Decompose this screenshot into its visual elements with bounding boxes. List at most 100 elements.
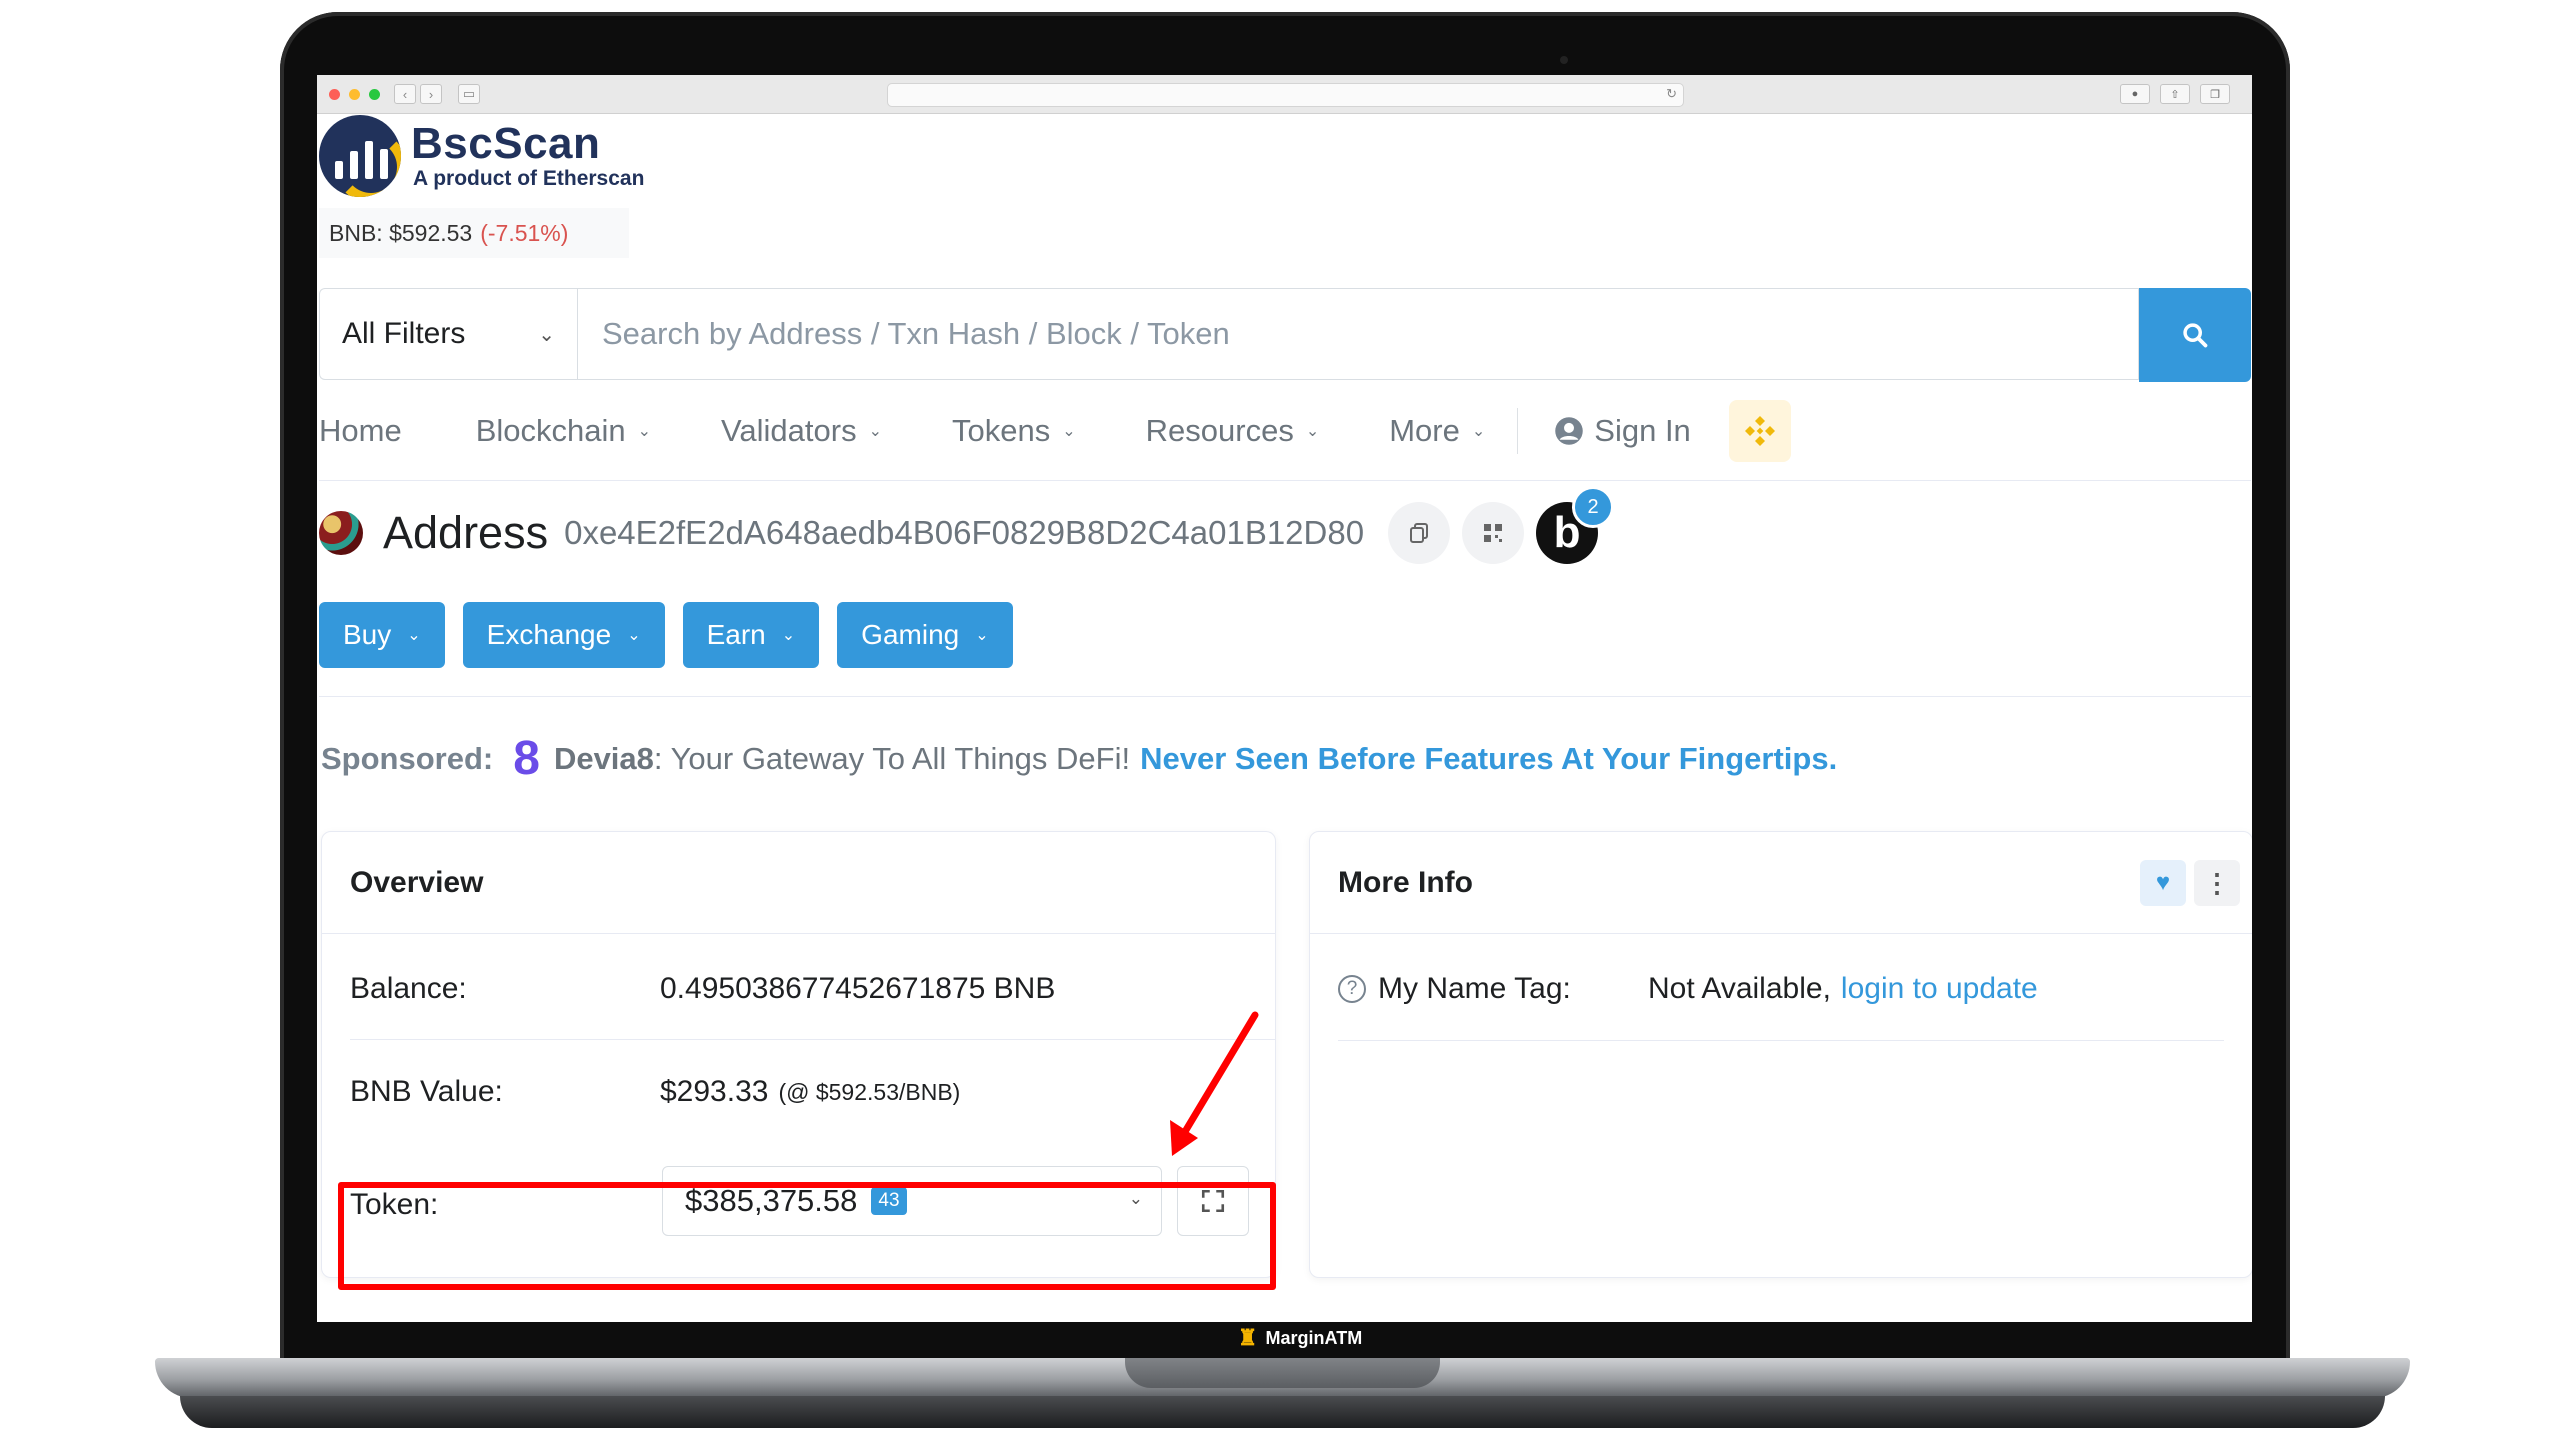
- watermark-label: MarginATM: [1265, 1327, 1363, 1348]
- bnb-price-change: (-7.51%): [480, 219, 569, 246]
- favorite-button[interactable]: ♥: [2140, 860, 2186, 906]
- nav-blockchain[interactable]: Blockchain ⌄: [476, 413, 651, 449]
- forward-icon[interactable]: ›: [420, 84, 442, 104]
- notification-count: 2: [1572, 486, 1615, 528]
- search-input[interactable]: [577, 288, 2139, 380]
- page-title: Address: [383, 507, 549, 558]
- nav-blockchain-label: Blockchain: [475, 413, 626, 448]
- nav-more-label: More: [1389, 413, 1460, 448]
- url-bar[interactable]: ↻: [887, 83, 1684, 107]
- sponsored-label: Sponsored:: [321, 740, 494, 776]
- browser-toolbar: ‹ › ▭ ↻ ● ⇧ ❐: [317, 75, 2252, 114]
- bscscan-logo-icon: [319, 115, 401, 197]
- divider: [1338, 1040, 2224, 1041]
- sign-in-label: Sign In: [1594, 413, 1691, 448]
- action-buttons: Buy ⌄ Exchange ⌄ Earn ⌄ Gaming ⌄: [319, 602, 1013, 668]
- bnb-value-amount: $293.33: [660, 1075, 769, 1108]
- divider: [319, 480, 2251, 481]
- bnb-value-rate: (@ $592.53/BNB): [778, 1078, 961, 1105]
- close-window-icon[interactable]: [329, 88, 340, 100]
- nav-tokens[interactable]: Tokens ⌄: [952, 413, 1076, 449]
- laptop-notch: [1125, 1358, 1440, 1388]
- help-icon[interactable]: ?: [1338, 975, 1366, 1003]
- buy-label: Buy: [343, 619, 392, 650]
- chevron-down-icon: ⌄: [1305, 423, 1320, 440]
- camera-icon: [1560, 56, 1568, 64]
- balance-row: Balance: 0.495038677452671875 BNB: [350, 972, 1247, 1006]
- buy-button[interactable]: Buy ⌄: [319, 602, 445, 668]
- chevron-down-icon: ⌄: [1471, 423, 1486, 440]
- page: BscScan A product of Etherscan BNB: $592…: [319, 113, 2252, 1322]
- reload-icon[interactable]: ↻: [1666, 86, 1677, 102]
- earn-button[interactable]: Earn ⌄: [682, 602, 820, 668]
- login-to-update-link[interactable]: login to update: [1841, 972, 2038, 1006]
- nav-validators[interactable]: Validators ⌄: [721, 413, 882, 449]
- annotation-arrow-icon: [1170, 1011, 1259, 1156]
- bnb-icon: [1744, 416, 1775, 446]
- header: BscScan A product of Etherscan: [319, 113, 2252, 208]
- bnb-value-row: BNB Value: $293.33 (@ $592.53/BNB): [350, 1075, 1247, 1109]
- chevron-down-icon: ⌄: [538, 323, 555, 346]
- name-tag-label: My Name Tag:: [1378, 972, 1571, 1005]
- more-options-button[interactable]: ⋮: [2194, 860, 2240, 906]
- search-button[interactable]: [2139, 288, 2251, 382]
- divider: [350, 1039, 1275, 1040]
- sponsor-name[interactable]: Devia8: [554, 741, 654, 777]
- chevron-down-icon: ⌄: [637, 423, 652, 440]
- minimize-window-icon[interactable]: [349, 88, 360, 100]
- sponsored-banner: Sponsored: 8 Devia8 : Your Gateway To Al…: [321, 731, 1837, 786]
- bnb-network-button[interactable]: [1728, 400, 1791, 462]
- gaming-label: Gaming: [861, 619, 960, 650]
- exchange-button[interactable]: Exchange ⌄: [462, 602, 665, 668]
- address-hash: 0xe4E2fE2dA648aedb4B06F0829B8D2C4a01B12D…: [564, 514, 1365, 551]
- more-info-header: More Info ♥ ⋮: [1310, 832, 2252, 934]
- heart-icon: ♥: [2155, 869, 2171, 896]
- bnb-price: BNB: $592.53 (-7.51%): [319, 208, 629, 258]
- nav-more[interactable]: More ⌄: [1389, 413, 1485, 449]
- address-header: Address 0xe4E2fE2dA648aedb4B06F0829B8D2C…: [319, 486, 2251, 573]
- chevron-down-icon: ⌄: [627, 627, 641, 644]
- site-name: BscScan: [411, 119, 601, 168]
- vertical-dots-icon: ⋮: [2204, 867, 2230, 898]
- filter-dropdown[interactable]: All Filters ⌄: [319, 288, 577, 380]
- chevron-down-icon: ⌄: [868, 423, 882, 440]
- qr-code-button[interactable]: [1462, 502, 1525, 564]
- sign-in-link[interactable]: Sign In: [1554, 413, 1691, 449]
- nav-home[interactable]: Home: [319, 413, 402, 449]
- address-avatar: [319, 511, 363, 555]
- exchange-label: Exchange: [486, 619, 612, 650]
- nav-tokens-label: Tokens: [952, 413, 1051, 448]
- main-nav: Home Blockchain ⌄ Validators ⌄ Tokens ⌄ Res…: [319, 391, 2251, 471]
- back-icon[interactable]: ‹: [394, 84, 416, 104]
- devia8-logo-icon: 8: [513, 732, 540, 785]
- bscscan-logo[interactable]: BscScan A product of Etherscan: [319, 115, 644, 197]
- sponsor-link[interactable]: Never Seen Before Features At Your Finge…: [1140, 741, 1837, 777]
- tabs-icon[interactable]: ❐: [2200, 84, 2230, 104]
- blockscan-chat-button[interactable]: b 2: [1536, 486, 1615, 564]
- name-tag-value: Not Available,: [1648, 972, 1831, 1005]
- share-icon[interactable]: ⇧: [2160, 84, 2190, 104]
- divider: [319, 696, 2251, 697]
- maximize-window-icon[interactable]: [369, 88, 380, 100]
- screen: ‹ › ▭ ↻ ● ⇧ ❐ BscScan A product of Ether…: [317, 75, 2252, 1322]
- laptop-foot: [180, 1396, 2385, 1428]
- balance-label: Balance:: [350, 972, 467, 1005]
- user-icon: [1555, 417, 1584, 445]
- search-bar: All Filters ⌄: [319, 288, 2251, 382]
- nav-resources-label: Resources: [1145, 413, 1294, 448]
- download-icon[interactable]: ●: [2120, 84, 2150, 104]
- balance-value: 0.495038677452671875 BNB: [660, 972, 1056, 1005]
- highlight-box: [338, 1182, 1276, 1290]
- nav-resources[interactable]: Resources ⌄: [1146, 413, 1320, 449]
- gaming-button[interactable]: Gaming ⌄: [837, 602, 1013, 668]
- sidebar-icon[interactable]: ▭: [458, 84, 480, 104]
- bnb-price-label: BNB: $592.53: [329, 219, 473, 246]
- bnb-value-label: BNB Value:: [350, 1075, 503, 1108]
- chevron-down-icon: ⌄: [1062, 423, 1076, 440]
- watermark: ♜ MarginATM: [1220, 1322, 1380, 1354]
- overview-title: Overview: [322, 832, 1275, 934]
- search-icon: [2183, 323, 2208, 348]
- marginatm-logo-icon: ♜: [1237, 1325, 1258, 1350]
- chevron-down-icon: ⌄: [407, 627, 421, 644]
- copy-button[interactable]: [1388, 502, 1451, 564]
